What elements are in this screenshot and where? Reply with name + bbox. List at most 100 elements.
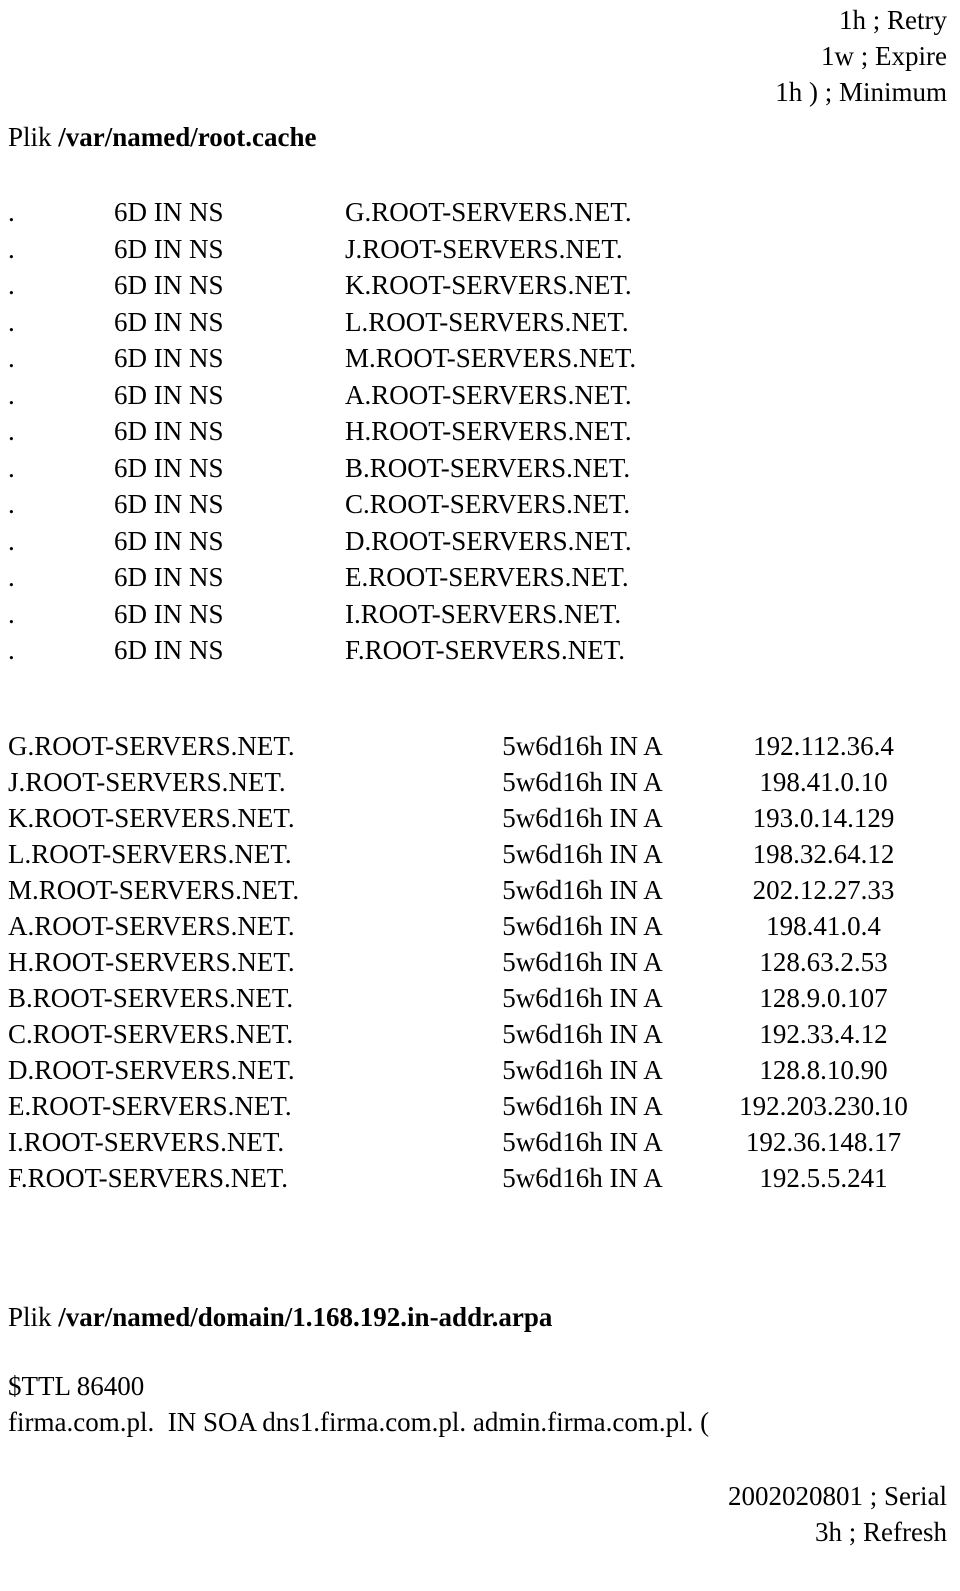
ttl-directive-line: $TTL 86400 — [8, 1371, 145, 1401]
ns-target: F.ROOT-SERVERS.NET. — [345, 635, 625, 665]
file-label: Plik — [8, 1302, 59, 1332]
ns-record-row: . 6D IN NS I.ROOT-SERVERS.NET. — [0, 596, 960, 633]
a-ttl-class-type: 5w6d16h IN A — [502, 803, 663, 833]
ns-owner: . — [8, 306, 15, 337]
ns-target: C.ROOT-SERVERS.NET. — [345, 489, 631, 519]
ns-ttl-class-type: 6D IN NS — [114, 343, 224, 373]
ns-target: E.ROOT-SERVERS.NET. — [345, 562, 629, 592]
a-ttl-class-type: 5w6d16h IN A — [502, 767, 663, 797]
soa-tail-bottom-block: 2002020801 ; Serial 3h ; Refresh — [0, 1478, 947, 1550]
a-record-row: B.ROOT-SERVERS.NET. 5w6d16h IN A 128.9.0… — [0, 980, 960, 1016]
a-record-address: 192.36.148.17 — [745, 1127, 902, 1157]
a-record-row: E.ROOT-SERVERS.NET. 5w6d16h IN A 192.203… — [0, 1088, 960, 1124]
a-record-address: 192.5.5.241 — [759, 1163, 888, 1193]
a-record-address: 128.63.2.53 — [759, 947, 888, 977]
a-record-name: I.ROOT-SERVERS.NET. — [8, 1127, 285, 1157]
ns-target: B.ROOT-SERVERS.NET. — [345, 452, 631, 483]
a-ttl-class-type: 5w6d16h IN A — [502, 1091, 663, 1121]
a-record-row: J.ROOT-SERVERS.NET. 5w6d16h IN A 198.41.… — [0, 764, 960, 800]
a-ttl-class-type: 5w6d16h IN A — [502, 839, 663, 869]
a-record-name: E.ROOT-SERVERS.NET. — [8, 1091, 292, 1121]
ns-ttl-class-type: 6D IN NS — [114, 306, 224, 337]
ns-record-row: . 6D IN NS D.ROOT-SERVERS.NET. — [0, 523, 960, 560]
a-record-address: 192.112.36.4 — [753, 731, 894, 761]
ns-record-row: . 6D IN NS L.ROOT-SERVERS.NET. — [0, 304, 960, 341]
ns-ttl-class-type: 6D IN NS — [114, 489, 224, 519]
ns-owner: . — [8, 379, 15, 410]
ns-record-row: . 6D IN NS E.ROOT-SERVERS.NET. — [0, 559, 960, 596]
ns-ttl-class-type: 6D IN NS — [114, 270, 224, 300]
ns-record-row: . 6D IN NS K.ROOT-SERVERS.NET. — [0, 267, 960, 304]
a-record-address: 193.0.14.129 — [752, 803, 895, 833]
ns-record-row: . 6D IN NS J.ROOT-SERVERS.NET. — [0, 231, 960, 268]
a-record-address: 192.33.4.12 — [759, 1019, 888, 1049]
a-ttl-class-type: 5w6d16h IN A — [502, 1127, 663, 1157]
a-record-row: I.ROOT-SERVERS.NET. 5w6d16h IN A 192.36.… — [0, 1124, 960, 1160]
a-record-row: G.ROOT-SERVERS.NET. 5w6d16h IN A 192.112… — [0, 728, 960, 764]
ns-owner: . — [8, 598, 15, 629]
a-record-row: M.ROOT-SERVERS.NET. 5w6d16h IN A 202.12.… — [0, 872, 960, 908]
ns-ttl-class-type: 6D IN NS — [114, 452, 224, 483]
ns-record-row: . 6D IN NS M.ROOT-SERVERS.NET. — [0, 340, 960, 377]
soa-expire-line: 1w ; Expire — [821, 41, 947, 71]
a-record-name: J.ROOT-SERVERS.NET. — [8, 767, 286, 797]
a-ttl-class-type: 5w6d16h IN A — [502, 875, 663, 905]
ns-target: M.ROOT-SERVERS.NET. — [345, 343, 637, 373]
ns-target: A.ROOT-SERVERS.NET. — [345, 379, 632, 410]
ns-owner: . — [8, 562, 15, 592]
a-record-name: M.ROOT-SERVERS.NET. — [8, 875, 300, 905]
ns-target: K.ROOT-SERVERS.NET. — [345, 270, 632, 300]
ns-record-row: . 6D IN NS H.ROOT-SERVERS.NET. — [0, 413, 960, 450]
a-record-name: H.ROOT-SERVERS.NET. — [8, 947, 295, 977]
section-heading-root-cache: Plik /var/named/root.cache — [8, 120, 316, 154]
ns-owner: . — [8, 233, 15, 264]
soa-serial-line: 2002020801 ; Serial — [728, 1481, 947, 1511]
ns-ttl-class-type: 6D IN NS — [114, 635, 224, 665]
a-record-row: K.ROOT-SERVERS.NET. 5w6d16h IN A 193.0.1… — [0, 800, 960, 836]
a-ttl-class-type: 5w6d16h IN A — [502, 1055, 663, 1085]
a-ttl-class-type: 5w6d16h IN A — [502, 983, 663, 1013]
ns-target: I.ROOT-SERVERS.NET. — [345, 598, 622, 629]
a-ttl-class-type: 5w6d16h IN A — [502, 911, 663, 941]
a-record-address: 198.32.64.12 — [752, 839, 895, 869]
a-record-name: K.ROOT-SERVERS.NET. — [8, 803, 295, 833]
a-record-address: 128.9.0.107 — [759, 983, 888, 1013]
ns-owner: . — [8, 452, 15, 483]
ns-record-row: . 6D IN NS G.ROOT-SERVERS.NET. — [0, 194, 960, 231]
a-record-row: A.ROOT-SERVERS.NET. 5w6d16h IN A 198.41.… — [0, 908, 960, 944]
a-record-address: 192.203.230.10 — [739, 1091, 908, 1121]
ns-ttl-class-type: 6D IN NS — [114, 416, 224, 446]
a-record-name: B.ROOT-SERVERS.NET. — [8, 983, 294, 1013]
a-record-row: C.ROOT-SERVERS.NET. 5w6d16h IN A 192.33.… — [0, 1016, 960, 1052]
ns-owner: . — [8, 270, 15, 300]
a-record-address: 202.12.27.33 — [752, 875, 895, 905]
a-record-name: G.ROOT-SERVERS.NET. — [8, 731, 295, 761]
reverse-zone-body: $TTL 86400 firma.com.pl. IN SOA dns1.fir… — [8, 1368, 947, 1440]
a-record-address: 198.41.0.10 — [759, 767, 888, 797]
ns-record-list: . 6D IN NS G.ROOT-SERVERS.NET. . 6D IN N… — [0, 194, 960, 669]
ns-owner: . — [8, 489, 15, 519]
a-record-name: F.ROOT-SERVERS.NET. — [8, 1163, 288, 1193]
soa-tail-top-block: 1h ; Retry 1w ; Expire 1h ) ; Minimum — [0, 2, 947, 110]
a-record-name: D.ROOT-SERVERS.NET. — [8, 1055, 295, 1085]
a-record-address: 128.8.10.90 — [759, 1055, 888, 1085]
a-record-address: 198.41.0.4 — [766, 911, 881, 941]
file-label: Plik — [8, 122, 59, 152]
file-path: /var/named/root.cache — [58, 122, 317, 152]
soa-refresh-line: 3h ; Refresh — [815, 1517, 947, 1547]
soa-retry-line: 1h ; Retry — [839, 5, 947, 35]
ns-ttl-class-type: 6D IN NS — [114, 598, 224, 629]
ns-ttl-class-type: 6D IN NS — [114, 233, 224, 264]
section-heading-reverse-zone: Plik /var/named/domain/1.168.192.in-addr… — [8, 1300, 552, 1334]
a-record-name: A.ROOT-SERVERS.NET. — [8, 911, 295, 941]
a-record-name: L.ROOT-SERVERS.NET. — [8, 839, 292, 869]
ns-record-row: . 6D IN NS A.ROOT-SERVERS.NET. — [0, 377, 960, 414]
a-record-row: D.ROOT-SERVERS.NET. 5w6d16h IN A 128.8.1… — [0, 1052, 960, 1088]
a-ttl-class-type: 5w6d16h IN A — [502, 947, 663, 977]
ns-owner: . — [8, 343, 15, 373]
a-ttl-class-type: 5w6d16h IN A — [502, 1019, 663, 1049]
ns-record-row: . 6D IN NS F.ROOT-SERVERS.NET. — [0, 632, 960, 669]
a-record-name: C.ROOT-SERVERS.NET. — [8, 1019, 294, 1049]
ns-owner: . — [8, 197, 15, 227]
a-ttl-class-type: 5w6d16h IN A — [502, 1163, 663, 1193]
